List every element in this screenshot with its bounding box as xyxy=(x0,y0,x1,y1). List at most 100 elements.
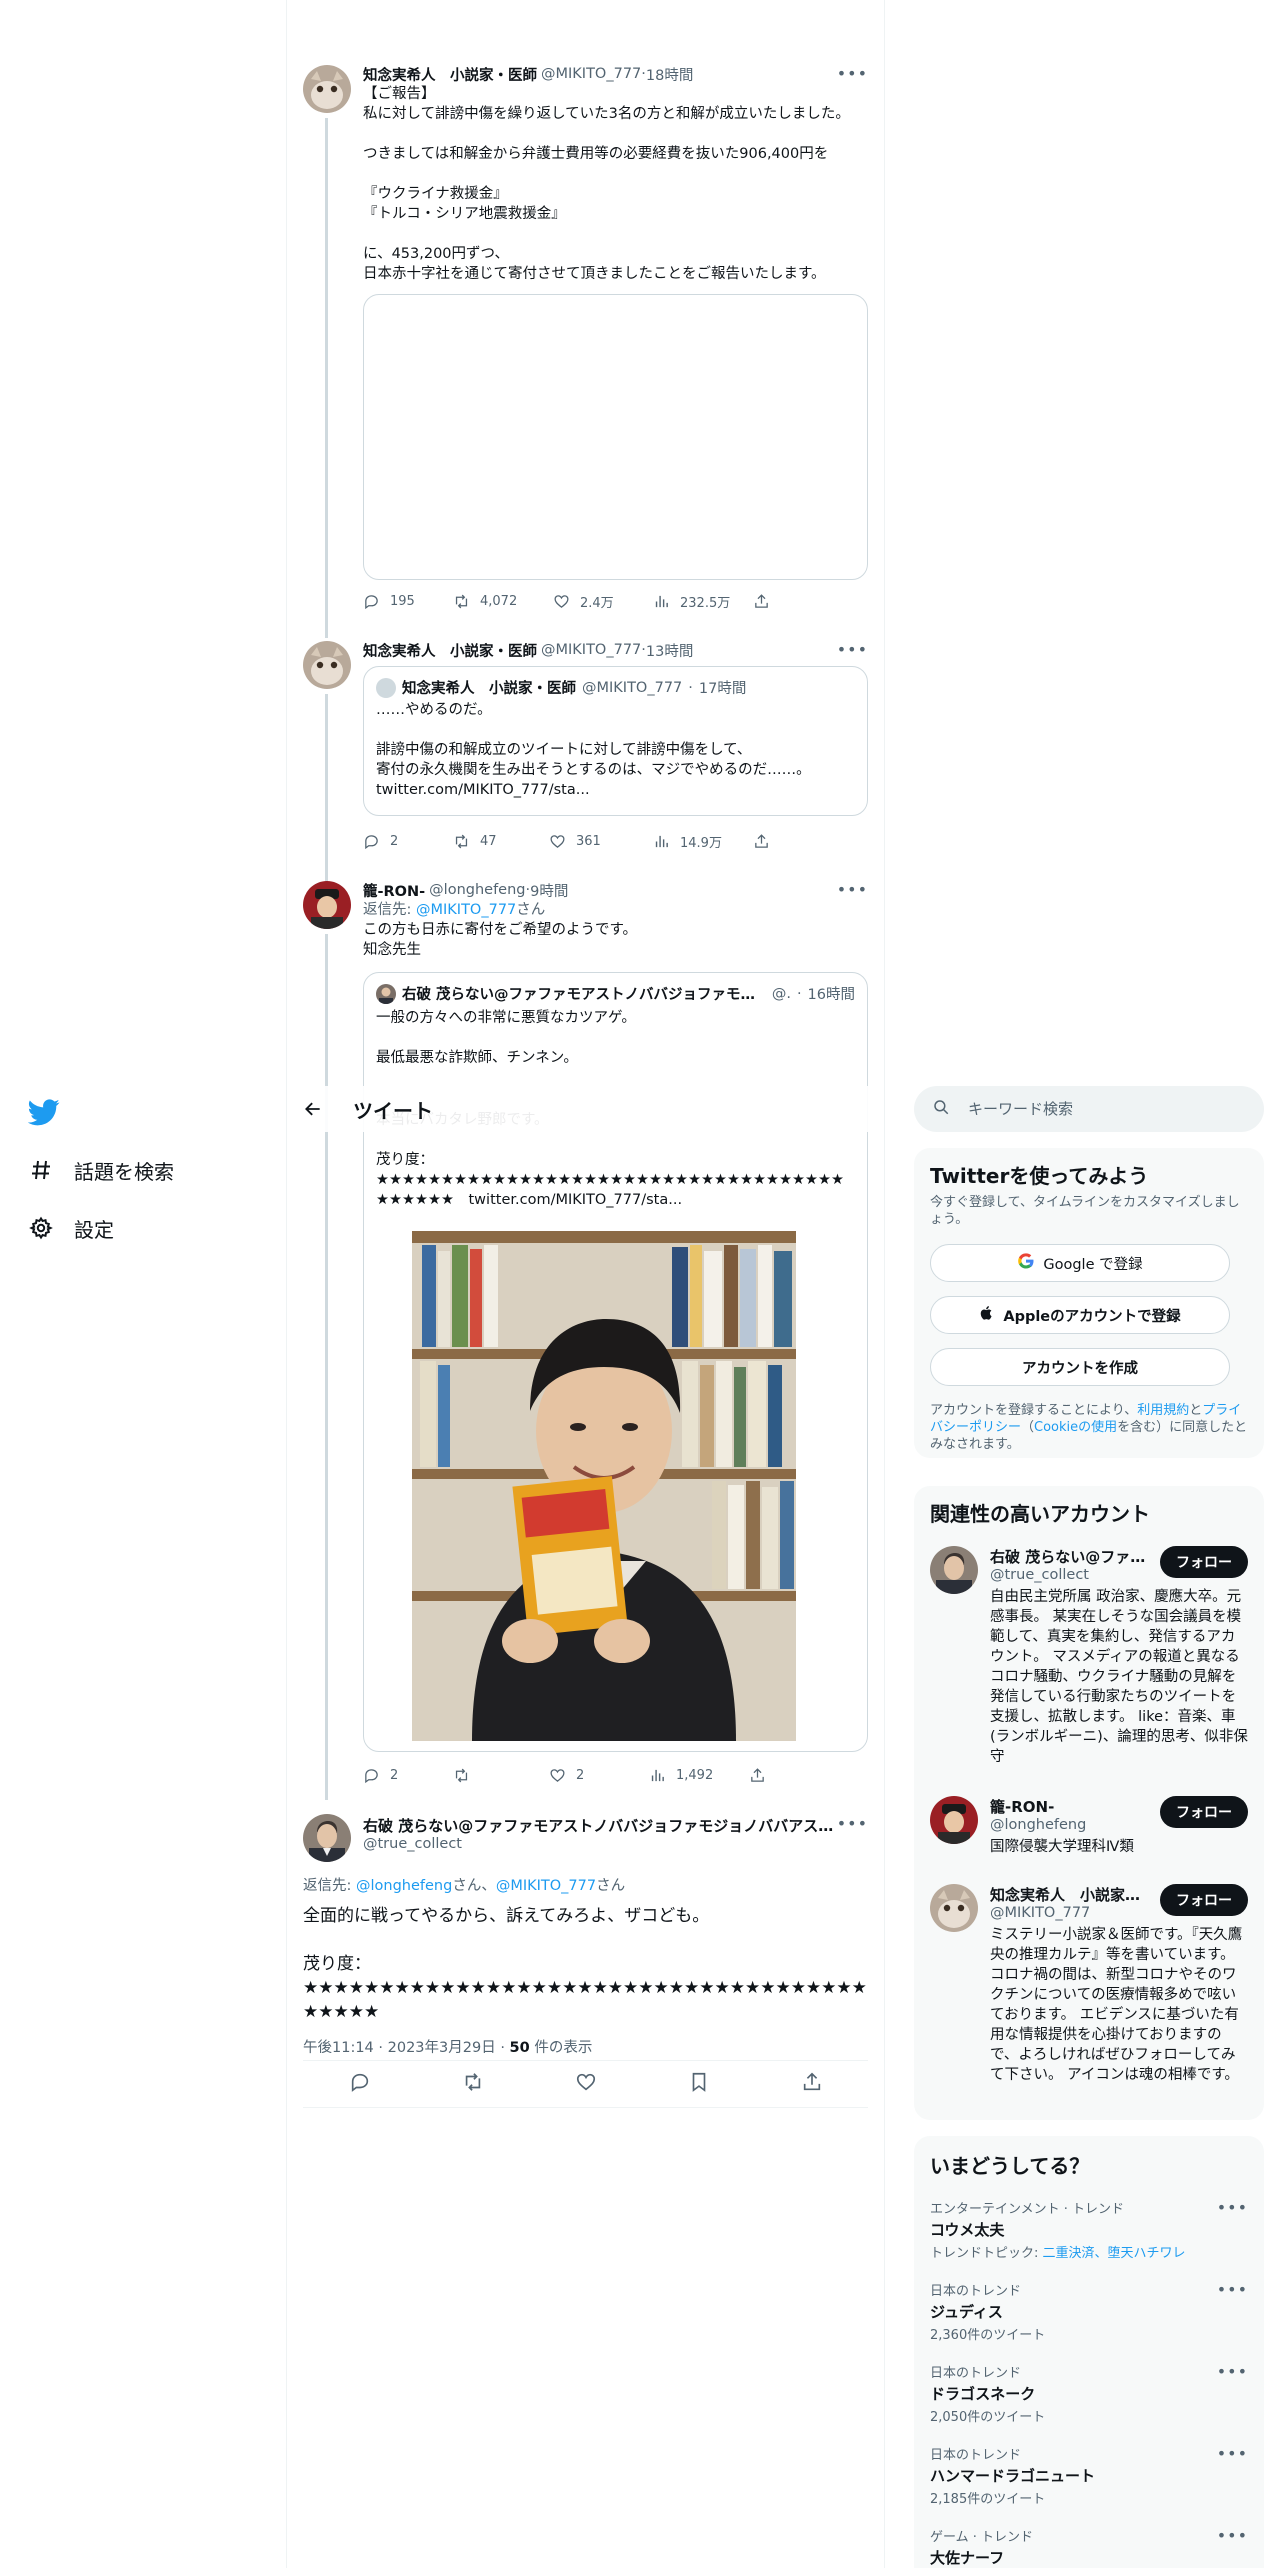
author-name[interactable]: 知念実希人 小説家・医師 xyxy=(363,64,537,85)
tweet-time[interactable]: 午後11:14 xyxy=(303,2040,374,2056)
avatar[interactable] xyxy=(930,1884,978,1932)
share-button[interactable] xyxy=(753,833,770,850)
tweet-actions: 2 47 361 14.9万 xyxy=(363,830,868,852)
follow-button[interactable]: フォロー xyxy=(1160,1884,1248,1916)
trend-item[interactable]: 日本のトレンド ドラゴスネーク 2,050件のツイート ••• xyxy=(930,2362,1248,2425)
tweet-item[interactable]: 知念実希人 小説家・医師 @MIKITO_777 · 18時間 ••• 【ご報告… xyxy=(287,60,884,638)
like-button[interactable]: 2 xyxy=(549,1767,649,1784)
more-options-icon[interactable]: ••• xyxy=(1217,2280,1248,2299)
like-button[interactable]: 361 xyxy=(549,833,653,850)
views-button[interactable]: 14.9万 xyxy=(653,832,753,851)
apple-signup-label: Appleのアカウントで登録 xyxy=(1003,1308,1181,1325)
tweet-body: 知念実希人 小説家・医師 @MIKITO_777 · 18時間 ••• 【ご報告… xyxy=(363,64,868,612)
retweet-button[interactable] xyxy=(462,2071,484,2097)
focused-author-handle[interactable]: @true_collect xyxy=(363,1836,868,1852)
more-options-icon[interactable]: ••• xyxy=(837,880,868,899)
trend-item[interactable]: ゲーム · トレンド 大佐ナーフ ••• xyxy=(930,2526,1248,2568)
reply-button[interactable]: 2 xyxy=(363,1767,453,1784)
more-options-icon[interactable]: ••• xyxy=(837,64,868,83)
search-bar[interactable] xyxy=(914,1086,1264,1132)
trend-item[interactable]: 日本のトレンド ジュディス 2,360件のツイート ••• xyxy=(930,2280,1248,2343)
like-button[interactable] xyxy=(575,2071,597,2097)
avatar[interactable] xyxy=(930,1546,978,1594)
account-name[interactable]: 右破 茂らない@ファ… xyxy=(990,1546,1150,1567)
trend-topics-link[interactable]: 二重決済、堕天ハチワレ xyxy=(1043,2246,1186,2261)
reply-button[interactable]: 195 xyxy=(363,593,453,610)
more-options-icon[interactable]: ••• xyxy=(1217,2362,1248,2381)
author-name[interactable]: 籠-RON- xyxy=(363,880,425,901)
media-attachment[interactable] xyxy=(363,294,868,580)
retweet-icon xyxy=(455,1768,468,1782)
reply-count: 195 xyxy=(390,593,415,609)
focused-content: 返信先: @longhefengさん、@MIKITO_777さん 全面的に戦って… xyxy=(303,1876,868,2057)
trend-name: コウメ太夫 xyxy=(930,2221,1005,2239)
retweet-button[interactable] xyxy=(453,1767,549,1784)
reply-to-link[interactable]: @MIKITO_777 xyxy=(496,1878,596,1894)
quote-photo[interactable] xyxy=(412,1231,796,1741)
reply-button[interactable] xyxy=(349,2071,371,2097)
avatar[interactable] xyxy=(303,1814,351,1862)
avatar[interactable] xyxy=(303,641,351,689)
avatar xyxy=(376,677,396,698)
retweet-button[interactable]: 4,072 xyxy=(453,593,553,610)
author-name[interactable]: 知念実希人 小説家・医師 xyxy=(363,640,537,661)
more-options-icon[interactable]: ••• xyxy=(1217,2526,1248,2545)
avatar[interactable] xyxy=(303,65,351,113)
focused-author-name[interactable]: 右破 茂らない@ファファモアストノババジョファモジョノババアス… xyxy=(363,1815,833,1836)
account-name[interactable]: 知念実希人 小説家… xyxy=(990,1884,1150,1905)
google-signup-button[interactable]: Google で登録 xyxy=(930,1244,1230,1282)
more-options-icon[interactable]: ••• xyxy=(1217,2444,1248,2463)
account-name[interactable]: 籠-RON- xyxy=(990,1796,1150,1817)
follow-button[interactable]: フォロー xyxy=(1160,1796,1248,1828)
more-options-icon[interactable]: ••• xyxy=(837,1814,868,1833)
share-button[interactable] xyxy=(749,1767,766,1784)
account-item[interactable]: 籠-RON- @longhefeng 国際侵襲大学理科Ⅳ類 フォロー xyxy=(930,1796,1248,1866)
bookmark-button[interactable] xyxy=(688,2071,710,2097)
back-arrow-icon[interactable] xyxy=(303,1099,323,1119)
avatar[interactable] xyxy=(303,881,351,929)
trend-item[interactable]: 日本のトレンド ハンマードラゴニュート 2,185件のツイート ••• xyxy=(930,2444,1248,2507)
retweet-button[interactable]: 47 xyxy=(453,833,549,850)
tweet-item[interactable]: 知念実希人 小説家・医師 @MIKITO_777 · 13時間 ••• 知念実希… xyxy=(287,636,884,886)
nav-settings[interactable]: 設定 xyxy=(28,1208,114,1248)
reply-suffix: さん xyxy=(516,902,546,918)
views-button[interactable]: 1,492 xyxy=(649,1767,749,1784)
author-handle[interactable]: @MIKITO_777 xyxy=(541,642,641,658)
more-options-icon[interactable]: ••• xyxy=(1217,2198,1248,2217)
view-count: 1,492 xyxy=(676,1767,714,1783)
related-title: 関連性の高いアカウント xyxy=(930,1502,1150,1526)
tweet-time[interactable]: 18時間 xyxy=(646,64,693,85)
like-button[interactable]: 2.4万 xyxy=(553,592,653,611)
more-options-icon[interactable]: ••• xyxy=(837,640,868,659)
nav-settings-label: 設定 xyxy=(74,1217,114,1242)
tweet-item[interactable]: 籠-RON- @longhefeng · 9時間 ••• 返信先: @MIKIT… xyxy=(287,876,884,1800)
quote-tweet[interactable]: 知念実希人 小説家・医師 @MIKITO_777 · 17時間 ……やめるのだ。… xyxy=(363,666,868,816)
search-input[interactable] xyxy=(968,1100,1228,1118)
trend-item[interactable]: エンターテインメント · トレンド コウメ太夫 トレンドトピック: 二重決済、堕… xyxy=(930,2198,1248,2261)
cookie-link[interactable]: Cookieの使用 xyxy=(1034,1420,1117,1435)
views-button[interactable]: 232.5万 xyxy=(653,592,753,611)
trend-name: ドラゴスネーク xyxy=(930,2385,1036,2403)
apple-signup-button[interactable]: Appleのアカウントで登録 xyxy=(930,1296,1230,1334)
nav-explore[interactable]: 話題を検索 xyxy=(28,1150,174,1190)
thread-line xyxy=(325,934,328,1800)
terms-link[interactable]: 利用規約 xyxy=(1137,1403,1189,1418)
account-item[interactable]: 知念実希人 小説家… @MIKITO_777 ミステリー小説家＆医師です。『天久… xyxy=(930,1884,1248,2104)
share-button[interactable] xyxy=(801,2071,823,2097)
like-count: 361 xyxy=(576,833,601,849)
avatar[interactable] xyxy=(930,1796,978,1844)
twitter-logo-icon[interactable] xyxy=(27,1096,60,1128)
tweet-time[interactable]: 9時間 xyxy=(530,880,568,901)
follow-button[interactable]: フォロー xyxy=(1160,1546,1248,1578)
tweet-date[interactable]: 2023年3月29日 xyxy=(388,2040,496,2056)
related-accounts-card: 関連性の高いアカウント 右破 茂らない@ファ… @true_collect 自由… xyxy=(914,1486,1264,2120)
create-account-button[interactable]: アカウントを作成 xyxy=(930,1348,1230,1386)
reply-to-link[interactable]: @longhefeng xyxy=(356,1878,452,1894)
author-handle[interactable]: @longhefeng xyxy=(429,882,525,898)
account-item[interactable]: 右破 茂らない@ファ… @true_collect 自由民主党所属 政治家、慶應… xyxy=(930,1546,1248,1786)
tweet-time[interactable]: 13時間 xyxy=(646,640,693,661)
author-handle[interactable]: @MIKITO_777 xyxy=(541,66,641,82)
reply-button[interactable]: 2 xyxy=(363,833,453,850)
reply-to-link[interactable]: @MIKITO_777 xyxy=(416,902,516,918)
share-button[interactable] xyxy=(753,593,770,610)
